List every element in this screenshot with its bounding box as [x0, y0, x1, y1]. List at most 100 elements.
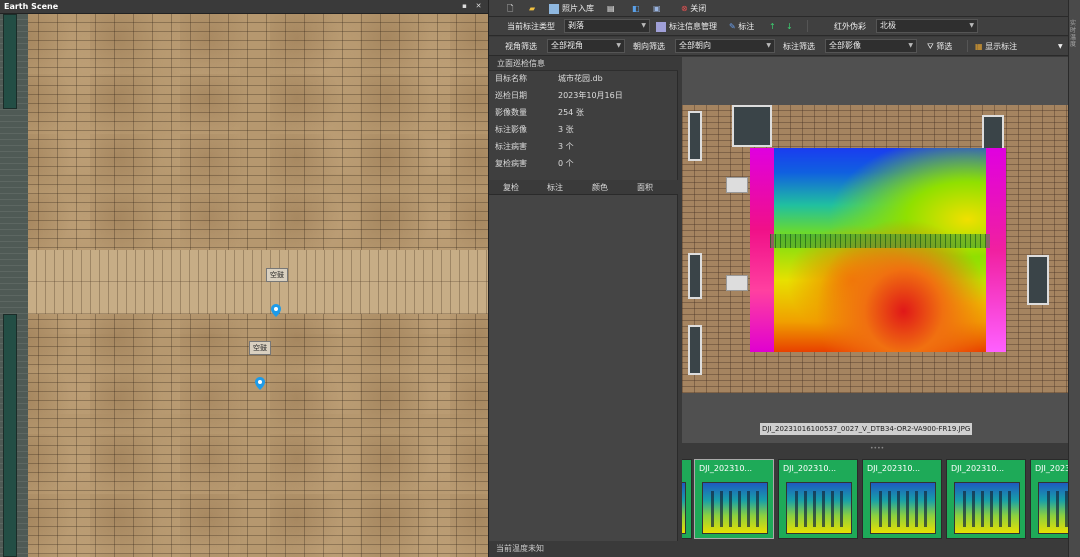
infrared-palette-value: 北极 — [880, 21, 896, 30]
image-viewer[interactable]: DJI_20231016100537_0027_V_DTB34-OR2-VA90… — [682, 57, 1068, 443]
annotation-type-select[interactable]: 剥落 ▼ — [564, 19, 650, 33]
divider — [967, 40, 968, 52]
chevron-down-icon: ▼ — [969, 22, 974, 29]
view-filter-select[interactable]: 全部视角 ▼ — [547, 39, 625, 53]
info-row-recheck-defects: 复检病害 0 个 — [495, 156, 574, 172]
layout-icon[interactable]: ▣ — [653, 0, 661, 17]
thumbnail[interactable]: DJI_202310... — [694, 459, 774, 539]
thumbnail-label: DJI_202310... — [699, 464, 753, 473]
info-value: 254 张 — [558, 108, 584, 117]
info-value: 3 张 — [558, 125, 574, 134]
close-button[interactable]: ⊗ 关闭 — [681, 0, 706, 17]
restore-icon[interactable]: ▪ — [460, 2, 469, 11]
info-row-annotated-defects: 标注病害 3 个 — [495, 139, 574, 155]
location-pin-icon[interactable] — [271, 304, 281, 317]
annotate-label: 标注 — [738, 22, 755, 31]
thumbnail-image — [702, 482, 768, 534]
air-conditioner — [726, 275, 748, 291]
info-value: 3 个 — [558, 142, 574, 151]
annotation-toolbar: 当前标注类型 剥落 ▼ 标注信息管理 ✎ 标注 ↑ ↓ 红外伪彩 北极 ▼ — [489, 17, 1080, 36]
direction-filter-label: 朝向筛选 — [633, 42, 665, 51]
open-folder-icon[interactable]: ▰ — [529, 0, 535, 17]
arrow-up-icon[interactable]: ↑ — [769, 17, 776, 36]
thumbnail-strip[interactable]: DJI_202310... DJI_202310... DJI_202310..… — [682, 452, 1068, 557]
filter-toolbar: 视角筛选 全部视角 ▼ 朝向筛选 全部朝向 ▼ 标注筛选 全部影像 ▼ ⛛ 筛选 ▦ … — [489, 37, 1080, 56]
window — [1027, 255, 1049, 305]
pin-icon[interactable]: ✕ — [474, 2, 483, 11]
close-label: 关闭 — [690, 4, 707, 13]
column-annotation[interactable]: 标注 — [547, 181, 563, 195]
inspection-panel: 🗋 ▰ 照片入库 ▤ ◧ ▣ ⊗ 关闭 当前标注类型 剥落 ▼ 标注信息管理 ✎ … — [489, 0, 1080, 557]
photo-import-button[interactable]: 照片入库 — [549, 0, 594, 17]
window-pane — [3, 314, 17, 557]
window-strip — [0, 14, 28, 557]
display-icon: ▦ — [975, 42, 986, 51]
chevron-down-icon: ▼ — [908, 42, 913, 49]
annotation-list[interactable] — [489, 195, 678, 541]
thumbnail-image — [682, 482, 686, 534]
earth-scene-panel[interactable]: Earth Scene ▪ ✕ 空鼓 空鼓 — [0, 0, 488, 557]
direction-filter-select[interactable]: 全部朝向 ▼ — [675, 39, 775, 53]
show-annotation-button[interactable]: ▦ 显示标注 — [975, 37, 1017, 56]
scene-title-bar: Earth Scene ▪ ✕ — [0, 0, 488, 14]
info-value: 2023年10月16日 — [558, 91, 623, 100]
info-row-annotated-images: 标注影像 3 张 — [495, 122, 574, 138]
marker-label[interactable]: 空鼓 — [249, 341, 271, 355]
new-file-icon[interactable]: 🗋 — [507, 0, 513, 17]
annotate-button[interactable]: ✎ 标注 — [729, 17, 754, 36]
side-tab-label: 实时温度 — [1070, 20, 1077, 48]
marker-label[interactable]: 空鼓 — [266, 268, 288, 282]
wall-band — [0, 250, 488, 314]
view-filter-value: 全部视角 — [551, 41, 583, 50]
location-pin-icon[interactable] — [255, 377, 265, 390]
chevron-down-icon: ▼ — [641, 22, 646, 29]
info-key: 标注病害 — [495, 142, 527, 151]
info-row-target: 目标名称 城市花园.db — [495, 71, 603, 87]
thumbnail-label: DJI_202310... — [867, 464, 921, 473]
thumbnail[interactable]: DJI_202310... — [862, 459, 942, 539]
info-row-date: 巡检日期 2023年10月16日 — [495, 88, 623, 104]
column-color[interactable]: 颜色 — [592, 181, 608, 195]
chevron-down-icon: ▼ — [766, 42, 771, 49]
annotation-filter-select[interactable]: 全部影像 ▼ — [825, 39, 917, 53]
close-icon: ⊗ — [681, 4, 691, 13]
grip-icon: •••• — [870, 445, 885, 452]
thumbnail[interactable]: DJI_202310... — [1030, 459, 1068, 539]
viewer-splitter[interactable]: •••• — [682, 444, 1068, 452]
side-tab[interactable]: 实时温度 — [1068, 0, 1080, 557]
thermal-overlay — [750, 148, 1006, 352]
view-filter-label: 视角筛选 — [505, 42, 537, 51]
filter-button[interactable]: ⛛ 筛选 — [927, 37, 952, 56]
column-area[interactable]: 面积 — [637, 181, 653, 195]
print-icon[interactable]: ▤ — [607, 0, 615, 17]
thermal-photo[interactable] — [682, 105, 1068, 393]
status-bar: 当前温度未知 — [489, 541, 678, 557]
divider — [807, 20, 808, 32]
annotation-type-value: 剥落 — [568, 21, 584, 30]
thermal-hot-edge — [750, 148, 774, 352]
thumbnail[interactable]: DJI_202310... — [778, 459, 858, 539]
pencil-icon: ✎ — [729, 22, 739, 31]
infrared-palette-select[interactable]: 北极 ▼ — [876, 19, 978, 33]
window — [688, 111, 702, 161]
filter-label: 筛选 — [936, 42, 953, 51]
export-icon[interactable]: ◧ — [632, 0, 640, 17]
info-title: 立面巡检信息 — [489, 57, 678, 71]
annotation-type-label: 当前标注类型 — [507, 22, 555, 31]
annotation-list-header: 复检 标注 颜色 面积 — [489, 181, 678, 195]
thumbnail[interactable]: DJI_202310... — [946, 459, 1026, 539]
thumbnail-image — [954, 482, 1020, 534]
window — [732, 105, 772, 147]
column-recheck[interactable]: 复检 — [503, 181, 519, 195]
arrow-down-icon[interactable]: ↓ — [786, 17, 793, 36]
thumbnail-image — [870, 482, 936, 534]
annotation-manage-button[interactable]: 标注信息管理 — [656, 17, 717, 36]
thumbnail[interactable] — [682, 459, 692, 539]
show-annotation-label: 显示标注 — [985, 42, 1018, 51]
infrared-label: 红外伪彩 — [834, 22, 866, 31]
toolbar-overflow-icon[interactable]: ▼ — [1058, 37, 1063, 56]
image-filename: DJI_20231016100537_0027_V_DTB34-OR2-VA90… — [760, 423, 973, 435]
info-value: 0 个 — [558, 159, 574, 168]
info-key: 巡检日期 — [495, 91, 527, 100]
thumbnail-image — [1038, 482, 1068, 534]
